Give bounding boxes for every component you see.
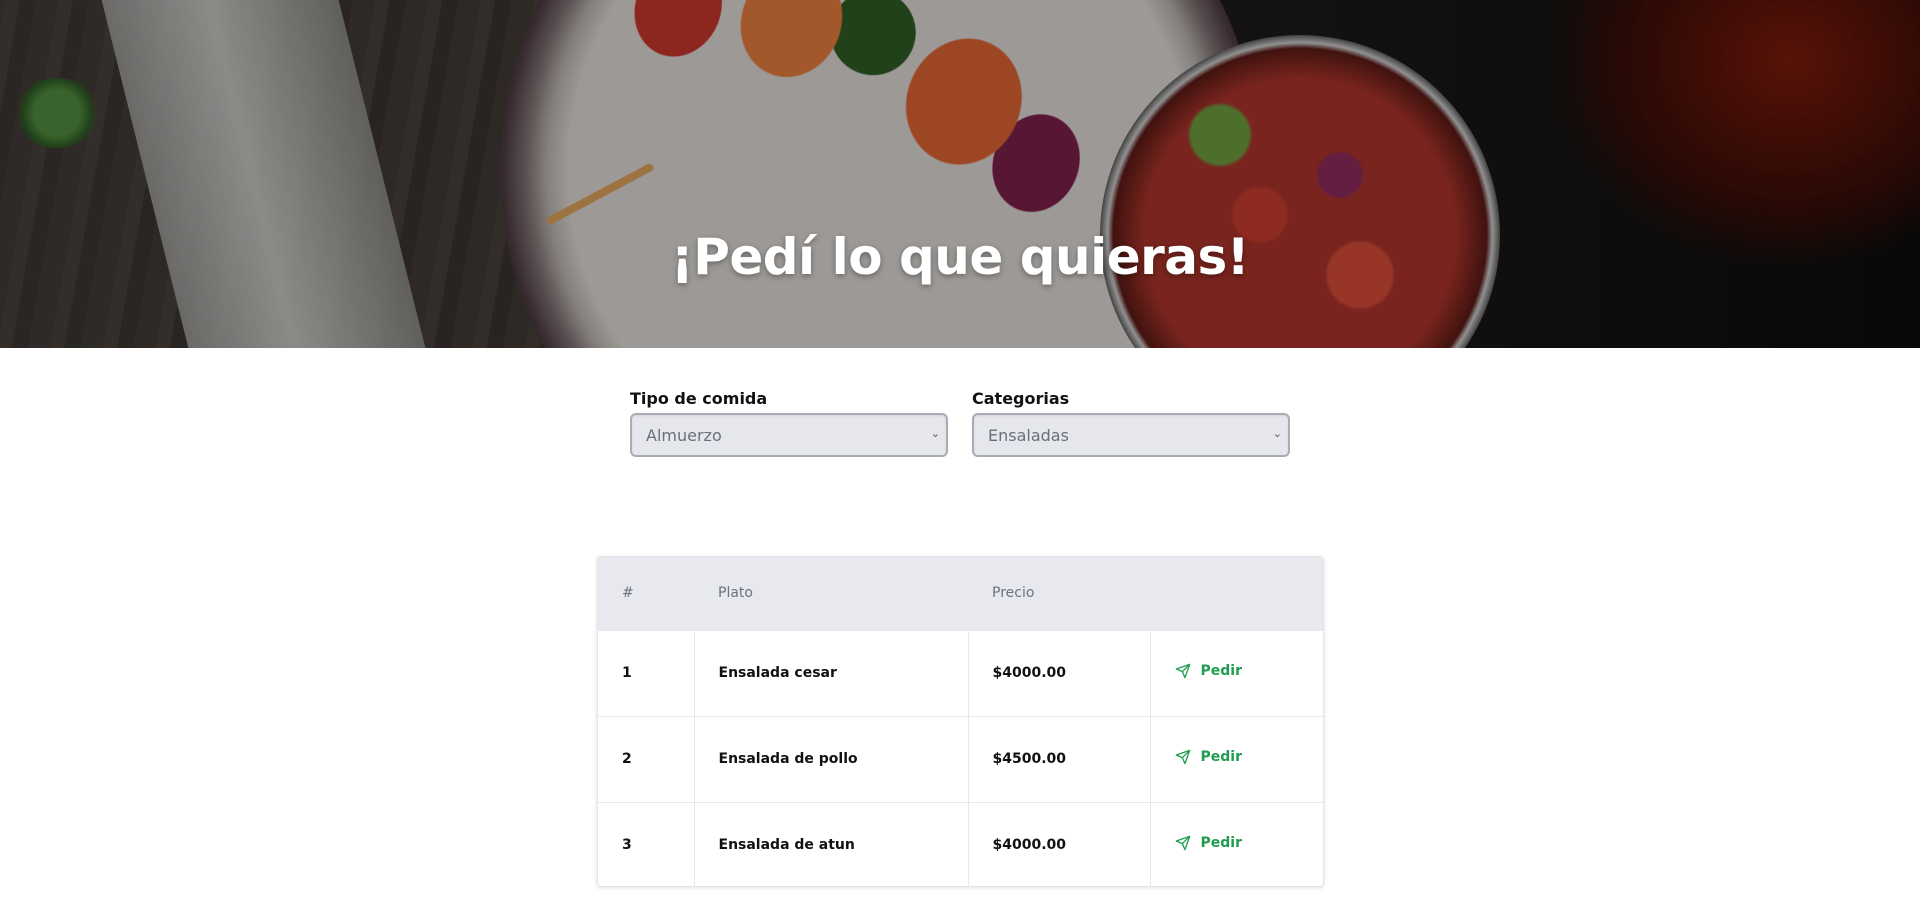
cell-num: 2 (598, 716, 695, 802)
cell-plato: Ensalada de atun (694, 802, 969, 886)
cell-action: Pedir (1150, 802, 1323, 886)
chevron-down-icon: ⌄ (930, 427, 940, 440)
send-icon (1175, 835, 1190, 851)
cell-num: 3 (598, 802, 695, 886)
send-icon (1175, 749, 1190, 765)
filter-categorias: Categorias Ensaladas ⌄ (972, 388, 1290, 457)
pedir-button[interactable]: Pedir (1175, 663, 1242, 679)
categorias-select[interactable]: Ensaladas ⌄ (972, 413, 1290, 457)
table-row: 3 Ensalada de atun $4000.00 Pedir (598, 802, 1323, 886)
dishes-table-grid: # Plato Precio 1 Ensalada cesar $4000.00… (598, 557, 1323, 886)
cell-action: Pedir (1150, 630, 1323, 716)
table-row: 1 Ensalada cesar $4000.00 Pedir (598, 630, 1323, 716)
table-row: 2 Ensalada de pollo $4500.00 Pedir (598, 716, 1323, 802)
pedir-label: Pedir (1200, 749, 1242, 765)
send-icon (1175, 663, 1190, 679)
cell-precio: $4500.00 (968, 716, 1151, 802)
cell-precio: $4000.00 (968, 630, 1151, 716)
hero-title: ¡Pedí lo que quieras! (670, 228, 1250, 286)
pedir-button[interactable]: Pedir (1175, 835, 1242, 851)
categorias-value: Ensaladas (988, 426, 1069, 445)
filters-bar: Tipo de comida Almuerzo ⌄ Categorias Ens… (630, 388, 1290, 458)
header-precio: Precio (992, 585, 1035, 602)
hero-banner: ¡Pedí lo que quieras! (0, 0, 1920, 348)
header-plato: Plato (718, 585, 753, 602)
filter-tipo-label: Tipo de comida (630, 389, 768, 408)
chevron-down-icon: ⌄ (1272, 427, 1282, 440)
table-body: 1 Ensalada cesar $4000.00 Pedir 2 Ensala… (598, 630, 1323, 886)
cell-precio: $4000.00 (968, 802, 1151, 886)
pedir-label: Pedir (1200, 835, 1242, 852)
cell-plato: Ensalada cesar (694, 630, 969, 716)
filter-categorias-label: Categorias (972, 389, 1070, 408)
filter-tipo-de-comida: Tipo de comida Almuerzo ⌄ (630, 388, 948, 457)
tipo-de-comida-select[interactable]: Almuerzo ⌄ (630, 413, 948, 457)
pedir-button[interactable]: Pedir (1175, 749, 1242, 765)
table-header: # Plato Precio (598, 557, 1323, 630)
table-header-row: # Plato Precio (598, 557, 1323, 630)
cell-action: Pedir (1150, 716, 1323, 802)
tipo-de-comida-value: Almuerzo (646, 426, 722, 445)
cell-num: 1 (598, 630, 695, 716)
pedir-label: Pedir (1200, 663, 1242, 679)
hero-overlay (0, 0, 1920, 348)
header-num: # (622, 585, 634, 602)
cell-plato: Ensalada de pollo (694, 716, 969, 802)
dishes-table: # Plato Precio 1 Ensalada cesar $4000.00… (597, 556, 1324, 887)
header-action (1150, 557, 1323, 630)
